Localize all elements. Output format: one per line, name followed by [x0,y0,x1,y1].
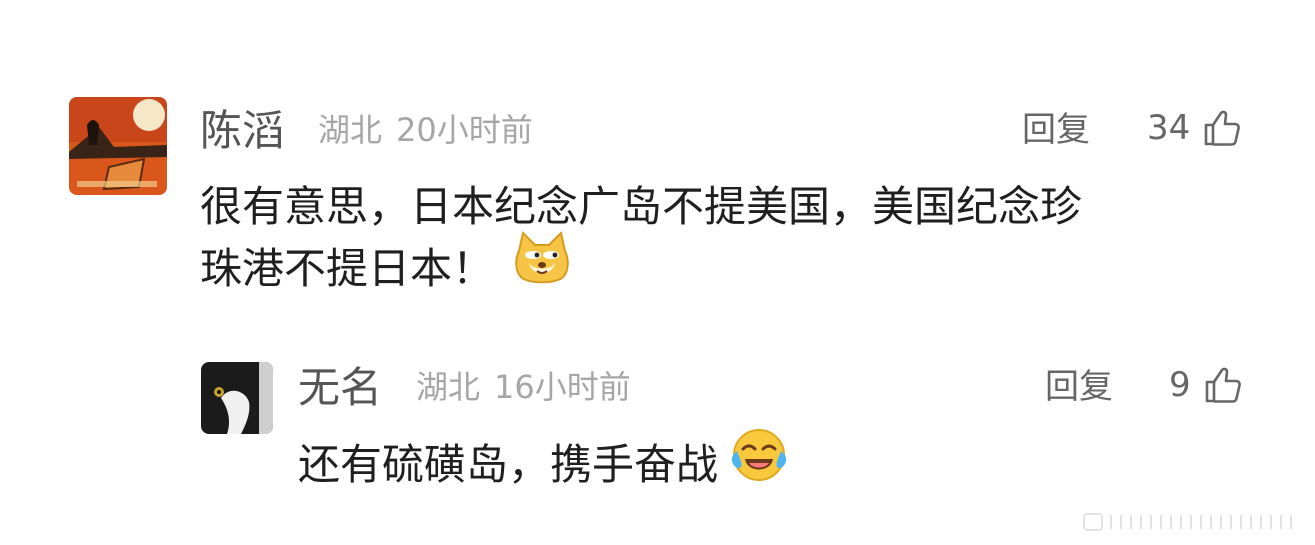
thumbs-up-icon [1204,110,1241,146]
like-button[interactable]: 34 [1147,108,1242,148]
avatar[interactable] [201,362,273,434]
comment-text-segment: 珠港不提日本！ [200,244,495,293]
comment-text-line: 很有意思，日本纪念广岛不提美国，美国纪念珍 [200,182,1083,231]
avatar-image [69,97,167,195]
avatar[interactable] [69,97,167,195]
comment-text: 还有硫磺岛，携手奋战 [298,429,787,500]
avatar-image [201,362,273,434]
laugh-cry-emoji [731,427,787,500]
reply-button[interactable]: 回复 [1045,370,1113,404]
comment-meta: 湖北 16小时前 [416,371,631,403]
author-name[interactable]: 陈滔 [200,110,284,152]
watermark [1083,513,1292,531]
like-count: 34 [1147,108,1191,148]
timestamp: 16小时前 [494,368,631,406]
comment-item: 陈滔 湖北 20小时前 回复 34 很有意思，日本纪念广岛不提美国，美国纪念珍 珠… [0,0,1315,330]
like-button[interactable]: 9 [1169,365,1243,405]
like-count: 9 [1169,365,1191,405]
comment-text-segment: 还有硫磺岛，携手奋战 [298,440,719,489]
comment-text: 很有意思，日本纪念广岛不提美国，美国纪念珍 珠港不提日本！ [200,176,1260,304]
location: 湖北 [318,111,383,149]
doge-emoji [513,231,571,304]
location: 湖北 [416,368,481,406]
reply-button[interactable]: 回复 [1022,113,1090,147]
comment-meta: 湖北 20小时前 [318,114,533,146]
comment-text-line: 珠港不提日本！ [200,231,1260,304]
author-name[interactable]: 无名 [298,367,382,409]
thumbs-up-icon [1205,367,1241,403]
timestamp: 20小时前 [396,111,533,149]
